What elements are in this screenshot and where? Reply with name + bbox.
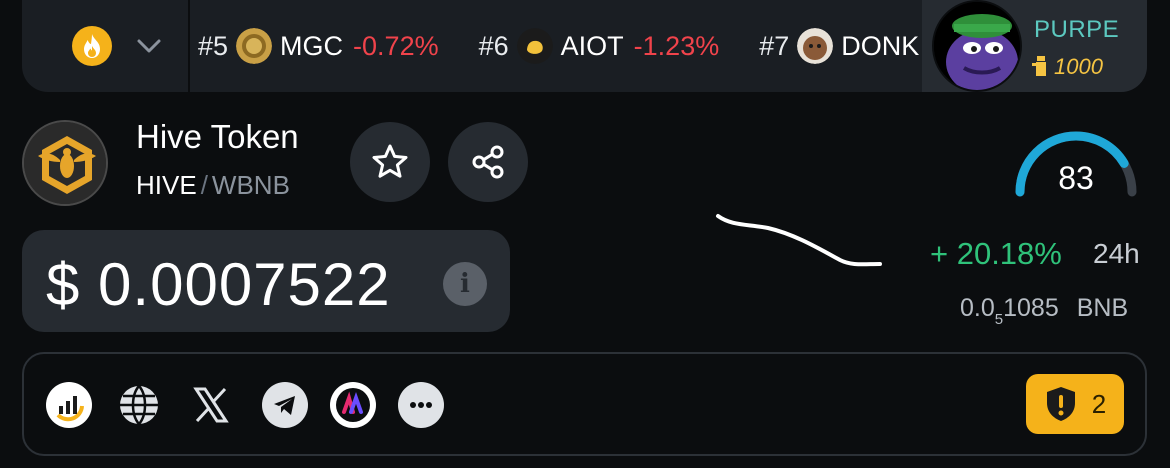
promo-card[interactable]: PURPE 1000: [922, 0, 1147, 92]
frog-avatar: [932, 0, 1022, 92]
shield-alert-icon: [1046, 387, 1075, 421]
native-price: 0.051085 BNB: [960, 294, 1129, 328]
promo-count-value: 1000: [1054, 54, 1103, 79]
pair-quote: WBNB: [211, 170, 290, 200]
ticker-item[interactable]: #7 DONK: [759, 28, 929, 64]
star-icon: [372, 144, 408, 178]
native-zeros: 5: [994, 311, 1004, 328]
token-logo: [22, 120, 108, 206]
ticker-item[interactable]: #6 AIOT -1.23%: [478, 28, 720, 64]
chart-icon[interactable]: [46, 382, 92, 428]
promo-name: PURPE: [1034, 16, 1120, 43]
ticker-change: -0.72%: [353, 30, 439, 61]
sparkline: [716, 214, 882, 267]
dextools-icon[interactable]: [330, 382, 376, 428]
price-panel: $ 0.0007522: [22, 230, 510, 332]
favorite-button[interactable]: [350, 122, 430, 202]
x-icon[interactable]: [188, 382, 234, 428]
change-period: 24h: [1093, 238, 1140, 269]
share-icon: [472, 145, 504, 179]
native-unit: BNB: [1076, 294, 1129, 322]
coin-avatar: [236, 28, 273, 64]
bottle-icon: [1032, 56, 1046, 76]
ticker-change: -1.23%: [633, 30, 720, 61]
telegram-icon[interactable]: [262, 382, 308, 428]
chevron-down-icon[interactable]: [132, 30, 166, 62]
ticker-item[interactable]: #5 MGC -0.72%: [198, 28, 439, 64]
ticker-symbol: DONK: [841, 30, 920, 61]
globe-icon[interactable]: [116, 382, 162, 428]
pair-base: HIVE: [136, 170, 197, 200]
pair-separator: /: [200, 170, 208, 200]
audit-badge[interactable]: 2: [1026, 374, 1124, 434]
score-value: 83: [1058, 160, 1094, 196]
fire-icon[interactable]: [72, 26, 112, 66]
token-name: Hive Token: [136, 118, 299, 155]
ticker-symbol: AIOT: [560, 30, 624, 61]
token-price: $ 0.0007522: [46, 251, 391, 318]
native-digits: 1085: [1003, 294, 1059, 322]
more-icon[interactable]: [398, 382, 444, 428]
ticker-symbol: MGC: [280, 30, 344, 61]
ticker-rank: #6: [478, 30, 509, 61]
ticker-rank: #5: [198, 30, 229, 61]
share-button[interactable]: [448, 122, 528, 202]
token-pair: HIVE / WBNB: [136, 170, 290, 201]
divider: [188, 0, 190, 92]
price-change: + 20.18%: [930, 236, 1062, 271]
native-prefix: 0.0: [960, 294, 995, 322]
ticker-rank: #7: [759, 30, 790, 61]
coin-avatar: [797, 28, 834, 64]
promo-count: 1000: [1032, 54, 1103, 80]
info-icon[interactable]: i: [443, 262, 487, 306]
ticker-list: #5 MGC -0.72% #6 AIOT -1.23% #7 DONK: [198, 0, 969, 92]
coin-avatar: [516, 28, 553, 64]
audit-issue-count: 2: [1091, 388, 1107, 419]
